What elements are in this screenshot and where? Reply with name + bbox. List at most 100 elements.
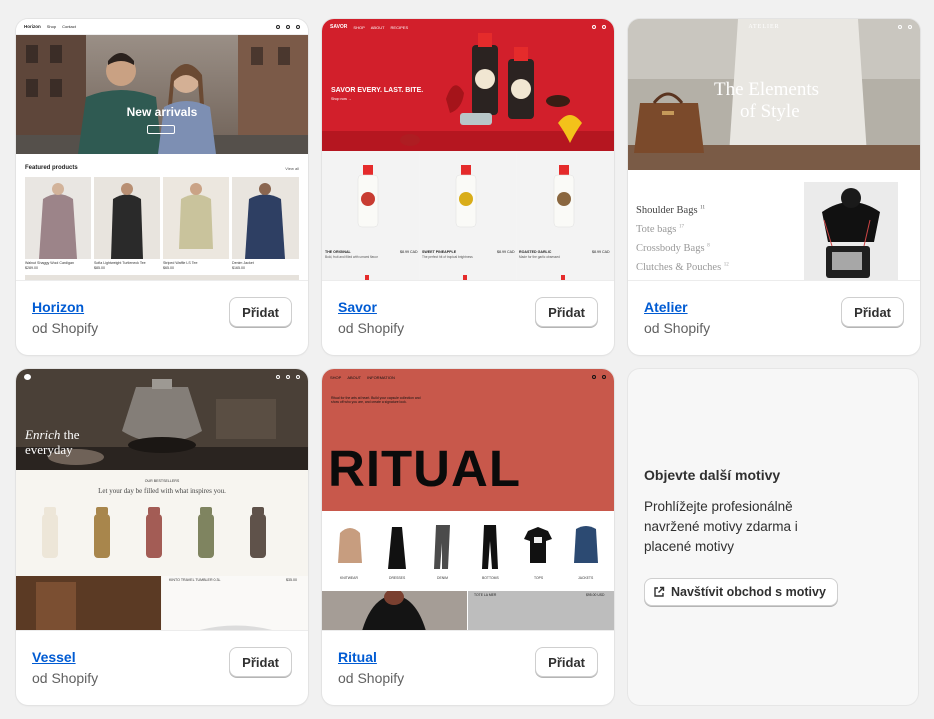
preview-nav: SHOP ABOUT INFORMATION	[322, 369, 614, 385]
cart-icon	[602, 25, 606, 29]
preview-bottom-price: $95.00 USD	[586, 593, 605, 597]
preview-product-images	[25, 177, 299, 259]
add-theme-button[interactable]: Přidat	[535, 297, 598, 327]
search-icon	[276, 375, 280, 379]
bottle-body	[198, 514, 214, 558]
theme-card-ritual: SHOP ABOUT INFORMATION Ritual for the ar…	[322, 369, 614, 705]
preview-nav-item: INFORMATION	[367, 374, 395, 380]
add-theme-button[interactable]: Přidat	[535, 647, 598, 677]
explore-title: Objevte další motivy	[644, 467, 781, 483]
preview-category: Crossbody Bags 8	[636, 243, 710, 254]
preview-product-price: $85.00	[94, 266, 105, 270]
theme-preview-horizon[interactable]: Horizon Shop Contact New arrivals Featur…	[16, 19, 308, 281]
preview-product-name: Sofia Lightweight Turtleneck Tee	[94, 261, 146, 265]
preview-product-price: $165.00	[232, 266, 245, 270]
preview-hero-title-line1: The Elements	[714, 79, 819, 100]
preview-hero-title: SAVOR EVERY. LAST. BITE.	[331, 87, 424, 94]
bottle-cap	[148, 507, 160, 515]
theme-name-link[interactable]: Atelier	[644, 297, 710, 317]
visit-theme-store-label: Navštívit obchod s motivy	[671, 585, 826, 599]
preview-category-images	[338, 525, 598, 569]
theme-preview-vessel[interactable]: Enrich the everyday OUR BESTSELLERS Let y…	[16, 369, 308, 631]
preview-brand: SAVOR	[330, 24, 348, 30]
preview-bottom-label: KINTO TRAVEL TUMBLER 0.3L	[169, 578, 221, 582]
preview-bottom-label: TOTE LA MER	[474, 593, 497, 597]
preview-category-label: JACKETS	[578, 576, 594, 580]
bottle-cap	[252, 507, 264, 515]
preview-nav-item: ABOUT	[347, 374, 362, 380]
add-theme-button[interactable]: Přidat	[841, 297, 904, 327]
preview-bag-photo	[804, 182, 898, 280]
external-link-icon	[654, 586, 665, 597]
preview-hero-button	[147, 125, 175, 134]
theme-name-link[interactable]: Vessel	[32, 647, 98, 667]
preview-brand: ATELIER	[748, 24, 780, 30]
preview-nav-item: RECIPES	[390, 24, 409, 30]
preview-product-desc: Made for the garlic obsessed	[519, 255, 560, 259]
explore-themes-card: Objevte další motivy Prohlížejte profesi…	[628, 369, 918, 705]
theme-card-atelier: ATELIER The Elements of Style Shoulder B…	[628, 19, 920, 355]
theme-preview-savor[interactable]: SAVOR SHOP ABOUT RECIPES SAVOR EVERY. LA…	[322, 19, 614, 281]
theme-author: od Shopify	[32, 320, 99, 336]
preview-bottom-photo	[16, 576, 308, 630]
preview-category-label: BOTTOMS	[482, 576, 499, 580]
add-theme-button[interactable]: Přidat	[229, 647, 292, 677]
preview-nav-item: Shop	[46, 24, 57, 29]
preview-category-label: DENIM	[437, 576, 448, 580]
preview-hero-title-line2: of Style	[740, 101, 800, 122]
cart-icon	[908, 25, 913, 29]
preview-nav-item: SHOP	[330, 374, 342, 380]
preview-nav: SAVOR SHOP ABOUT RECIPES	[322, 19, 614, 35]
theme-name-link[interactable]: Savor	[338, 297, 404, 317]
preview-hero-link: Shop now →	[331, 97, 352, 101]
preview-section-title: Featured products	[25, 165, 78, 171]
bottle-body	[42, 514, 58, 558]
theme-author: od Shopify	[32, 670, 99, 686]
preview-product-desc: Bold, fruit and filled with umami flavor	[325, 255, 378, 259]
theme-name-link[interactable]: Ritual	[338, 647, 404, 667]
preview-section-title: Let your day be filled with what inspire…	[98, 487, 226, 495]
preview-category: Clutches & Pouches 12	[636, 262, 729, 273]
preview-category-label: KNITWEAR	[340, 576, 358, 580]
preview-bottom-photo	[322, 591, 614, 630]
preview-product-name: Walnut Shaggy Wool Cardigan	[25, 261, 74, 265]
bottle-cap	[44, 507, 56, 515]
preview-category: Tote bags 17	[636, 224, 685, 235]
bottle-body	[94, 514, 110, 558]
logo-icon	[24, 374, 31, 380]
preview-category: Shoulder Bags 11	[636, 205, 705, 216]
search-icon	[592, 25, 596, 29]
preview-product-name: ROASTED GARLIC	[519, 250, 552, 254]
preview-hero-title: RITUAL	[328, 440, 521, 497]
add-theme-button[interactable]: Přidat	[229, 297, 292, 327]
theme-author: od Shopify	[644, 320, 711, 336]
preview-product-images	[42, 507, 266, 558]
theme-preview-ritual[interactable]: SHOP ABOUT INFORMATION Ritual for the ar…	[322, 369, 614, 631]
preview-nav-item: Contact	[62, 24, 76, 29]
theme-grid: Horizon Shop Contact New arrivals Featur…	[0, 0, 934, 719]
preview-hero-title: Enrich the everyday	[25, 427, 80, 457]
preview-nav	[16, 369, 308, 385]
theme-preview-atelier[interactable]: ATELIER The Elements of Style Shoulder B…	[628, 19, 920, 281]
search-icon	[898, 25, 903, 29]
preview-product-price: $65.00	[163, 266, 174, 270]
hero-photo	[16, 35, 308, 154]
preview-bottom-price: $35.00	[286, 578, 297, 582]
theme-author: od Shopify	[338, 670, 405, 686]
preview-section-kicker: OUR BESTSELLERS	[144, 479, 180, 483]
bottle-cap	[200, 507, 212, 515]
cart-icon	[602, 375, 606, 379]
explore-description: Prohlížejte profesionálně navržené motiv…	[644, 499, 798, 554]
visit-theme-store-button[interactable]: Navštívit obchod s motivy	[644, 578, 838, 606]
cart-icon	[296, 375, 300, 379]
preview-intro: Ritual for the arts at heart. Build your…	[331, 396, 421, 405]
theme-card-vessel: Enrich the everyday OUR BESTSELLERS Let y…	[16, 369, 308, 705]
account-icon	[286, 375, 290, 379]
preview-product-images	[322, 153, 614, 280]
preview-nav-item: SHOP	[353, 24, 365, 30]
cart-icon	[296, 24, 300, 29]
preview-product-price: $289.00	[25, 266, 38, 270]
preview-brand: Horizon	[24, 24, 41, 29]
search-icon	[276, 24, 280, 29]
theme-name-link[interactable]: Horizon	[32, 297, 98, 317]
